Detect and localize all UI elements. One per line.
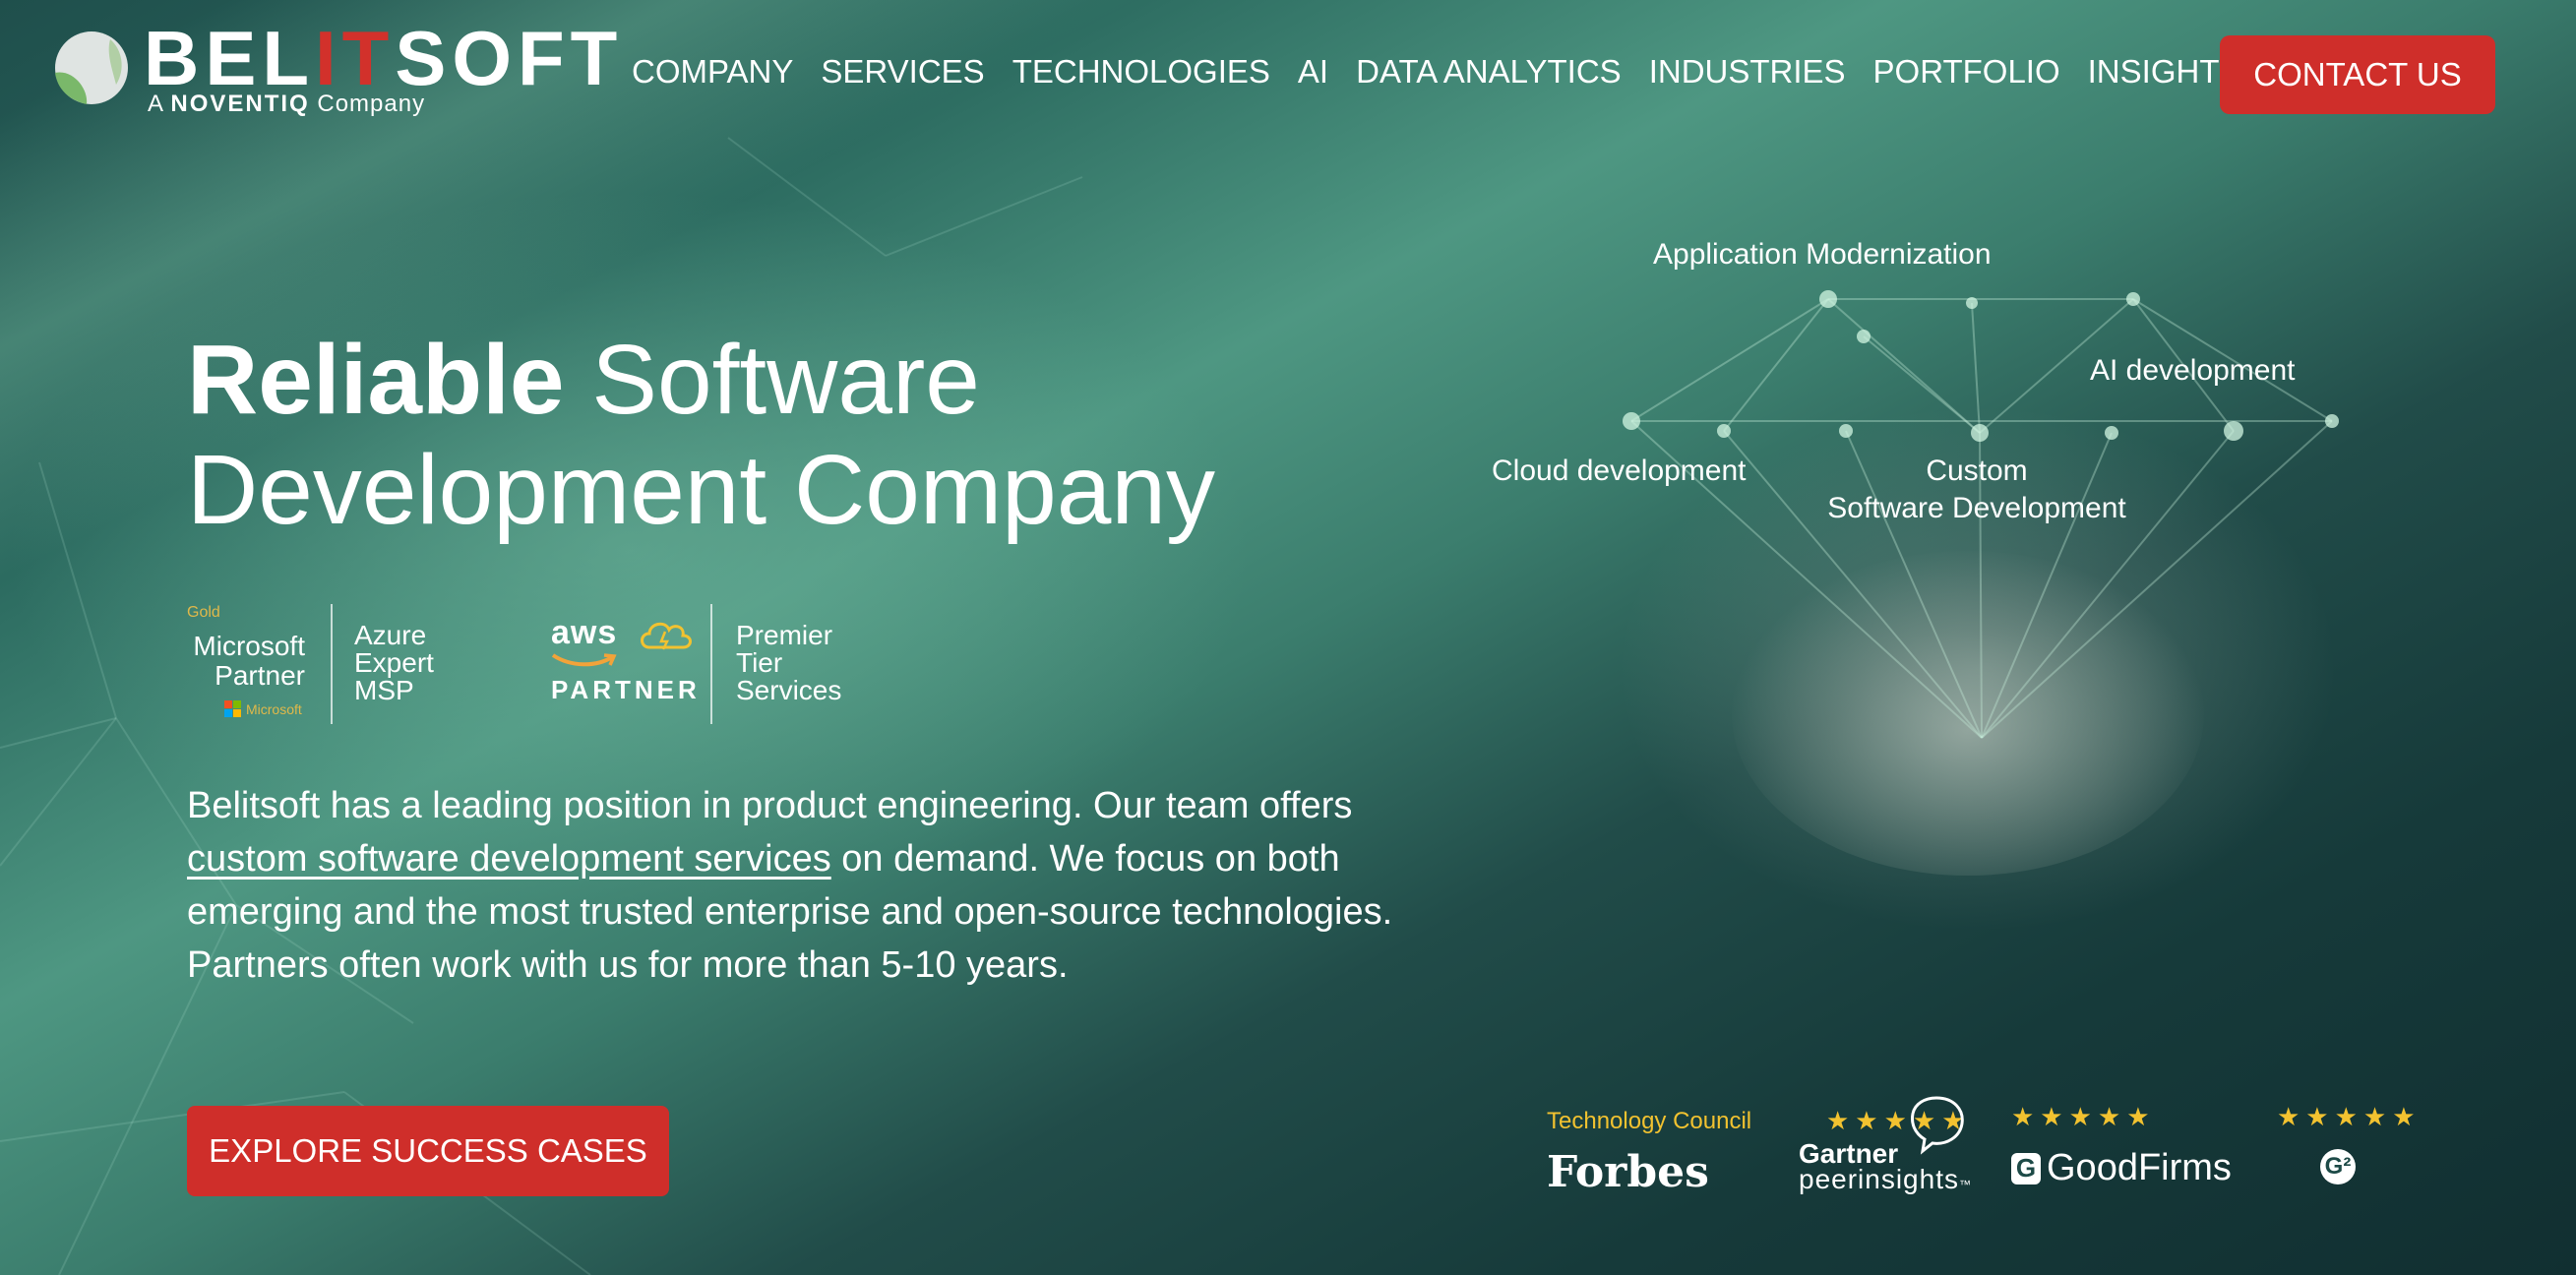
bg-line	[0, 717, 117, 867]
custom-software-services-link[interactable]: custom software development services	[187, 838, 831, 880]
nav-insights[interactable]: INSIGHTS	[2088, 53, 2241, 91]
aws-smile-icon	[551, 653, 617, 667]
hero-description: Belitsoft has a leading position in prod…	[187, 785, 1393, 986]
ms-specialization: Azure Expert MSP	[354, 620, 434, 705]
diamond-edge	[1723, 298, 1829, 432]
title-line1-rest: Software	[564, 325, 980, 435]
nav-ai[interactable]: AI	[1298, 53, 1328, 91]
goodfirms-rating-stars: ★★★★★	[2011, 1102, 2156, 1131]
logo-ball-icon	[55, 31, 128, 104]
bg-line	[885, 176, 1083, 257]
cloud-icon	[641, 622, 692, 650]
bg-line	[727, 137, 887, 257]
badge-divider	[331, 604, 333, 724]
logo-wordmark: BELITSOFT	[144, 15, 624, 101]
nav-services[interactable]: SERVICES	[821, 53, 984, 91]
service-cloud-development[interactable]: Cloud development	[1492, 453, 1747, 490]
nav-industries[interactable]: INDUSTRIES	[1649, 53, 1846, 91]
diamond-node	[2126, 292, 2140, 306]
ms-brand: Microsoft	[224, 700, 302, 717]
goodfirms-mark-icon: G	[2011, 1152, 2041, 1184]
aws-logo: aws	[551, 614, 618, 651]
logo-tagline: A NOVENTIQ Company	[148, 91, 426, 117]
microsoft-logo-icon	[224, 700, 241, 717]
service-ai-development[interactable]: AI development	[2090, 352, 2295, 390]
g2-rating-stars: ★★★★★	[2277, 1102, 2422, 1131]
diamond-edge	[1971, 302, 1981, 434]
diamond-node	[1623, 412, 1640, 430]
belitsoft-logo[interactable]: BELITSOFT A NOVENTIQ Company	[53, 20, 617, 120]
badge-divider	[710, 604, 712, 724]
title-bold: Reliable	[187, 325, 565, 435]
ms-partner-name: Microsoft Partner	[193, 631, 305, 691]
goodfirms-logo[interactable]: G GoodFirms	[2011, 1147, 2232, 1189]
aws-partner-badge: aws PARTNER Premier Tier Services	[547, 604, 872, 724]
diamond-edge	[1630, 298, 1829, 422]
aws-partner-label: PARTNER	[551, 675, 701, 704]
explore-success-cases-button[interactable]: EXPLORE SUCCESS CASES	[187, 1106, 669, 1196]
microsoft-partner-badge: Gold Microsoft Partner Microsoft Azure Exp…	[187, 604, 502, 724]
main-nav: COMPANY SERVICES TECHNOLOGIES AI DATA AN…	[632, 53, 2269, 91]
diamond-node	[1819, 290, 1837, 308]
diamond-node	[2325, 414, 2339, 428]
diamond-edge	[1863, 335, 1981, 434]
diamond-node	[1971, 424, 1989, 442]
nav-company[interactable]: COMPANY	[632, 53, 793, 91]
g2-logo[interactable]: G²	[2320, 1149, 2356, 1184]
service-app-modernization[interactable]: Application Modernization	[1653, 236, 1992, 273]
nav-portfolio[interactable]: PORTFOLIO	[1873, 53, 2060, 91]
contact-us-button[interactable]: CONTACT US	[2220, 35, 2495, 114]
forbes-council-label: Technology Council	[1547, 1108, 1752, 1134]
bg-line	[38, 461, 117, 719]
diamond-node	[1717, 424, 1731, 438]
nav-technologies[interactable]: TECHNOLOGIES	[1012, 53, 1270, 91]
ms-gold-label: Gold	[187, 604, 220, 621]
diamond-node	[2105, 426, 2118, 440]
aws-tier: Premier Tier Services	[736, 620, 842, 705]
forbes-logo[interactable]: Forbes	[1547, 1147, 1709, 1197]
diamond-node	[1839, 424, 1853, 438]
title-line2: Development Company	[187, 435, 1215, 545]
page-title: Reliable Software Development Company	[187, 325, 1215, 545]
diamond-node	[2224, 421, 2243, 441]
diamond-node	[1857, 330, 1871, 343]
service-custom-software[interactable]: Custom Software Development	[1814, 453, 2139, 527]
bg-line	[0, 717, 117, 749]
gartner-peer-insights-logo[interactable]: Gartner peerinsights™	[1799, 1140, 1971, 1197]
diamond-node	[1966, 297, 1978, 309]
nav-data-analytics[interactable]: DATA ANALYTICS	[1356, 53, 1622, 91]
